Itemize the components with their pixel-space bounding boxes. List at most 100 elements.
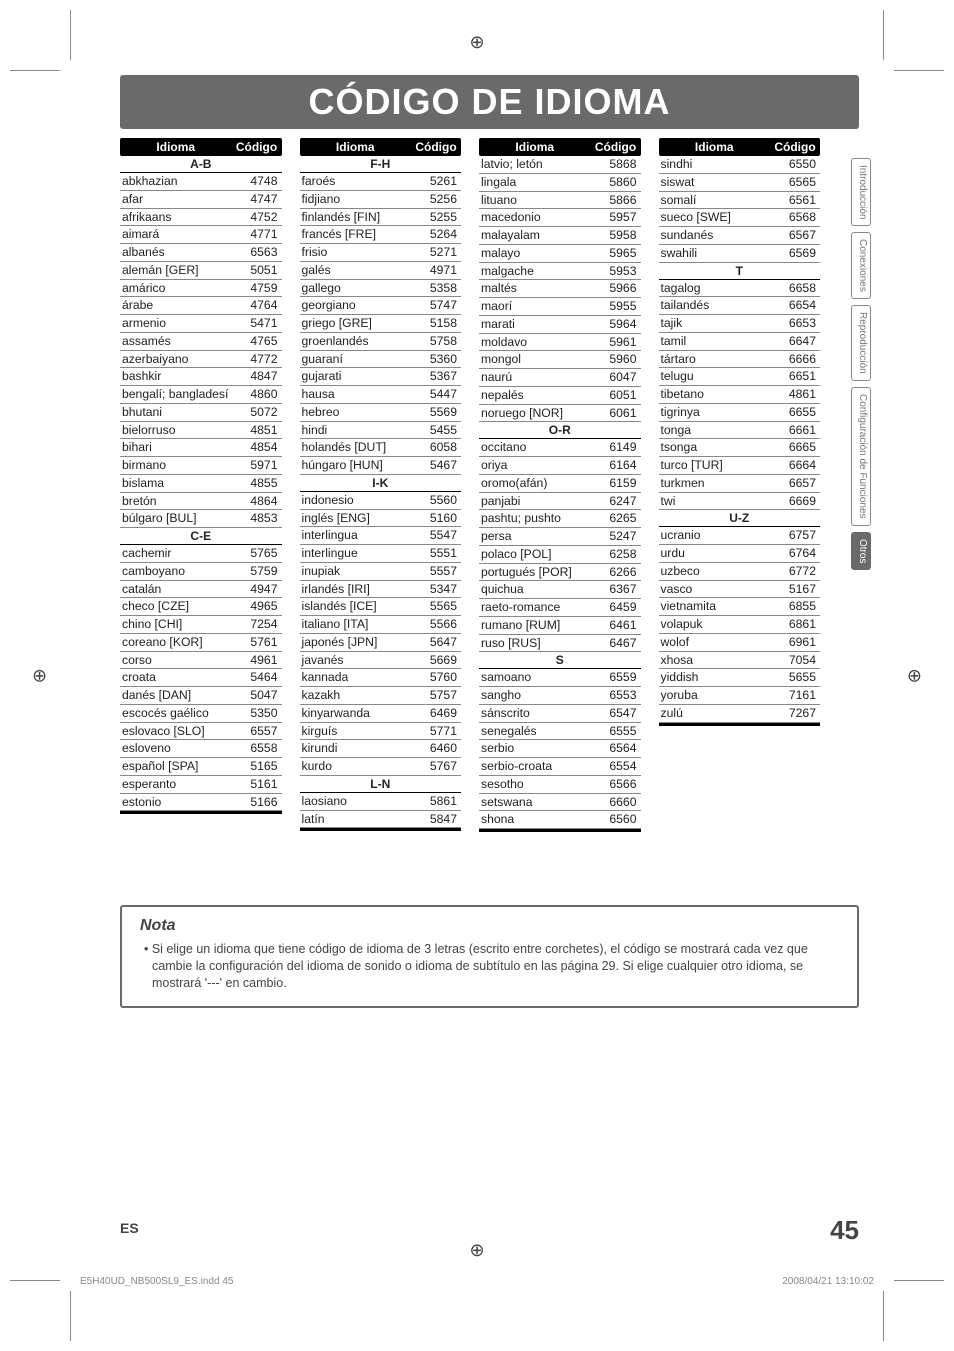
table-row: latvio; letón5868 xyxy=(479,156,641,174)
language-name: italiano [ITA] xyxy=(300,617,414,632)
language-code: 6547 xyxy=(593,706,641,721)
tab-reproducción[interactable]: Reproducción xyxy=(851,305,871,381)
language-name: persa xyxy=(479,529,593,544)
language-code: 6655 xyxy=(772,405,820,420)
table-row: oriya6164 xyxy=(479,457,641,475)
language-code: 6654 xyxy=(772,298,820,313)
language-name: twi xyxy=(659,494,773,509)
language-code: 5565 xyxy=(413,599,461,614)
language-code: 4947 xyxy=(234,582,282,597)
language-name: vasco xyxy=(659,582,773,597)
language-code: 6058 xyxy=(413,440,461,455)
section-heading: C-E xyxy=(120,528,282,545)
language-name: turco [TUR] xyxy=(659,458,773,473)
table-row: vasco5167 xyxy=(659,581,821,599)
note-title: Nota xyxy=(140,917,839,935)
table-row: bashkir4847 xyxy=(120,368,282,386)
table-row: aimará4771 xyxy=(120,226,282,244)
language-name: laosiano xyxy=(300,794,414,809)
tab-otros[interactable]: Otros xyxy=(851,532,871,570)
table-row: sueco [SWE]6568 xyxy=(659,209,821,227)
language-code: 6555 xyxy=(593,724,641,739)
language-code: 5566 xyxy=(413,617,461,632)
language-name: rumano [RUM] xyxy=(479,618,593,633)
table-row: wolof6961 xyxy=(659,634,821,652)
table-row: laosiano5861 xyxy=(300,793,462,811)
table-row: irlandés [IRI]5347 xyxy=(300,581,462,599)
language-code-table: IdiomaCódigoA-Babkhazian4748afar4747afri… xyxy=(120,138,820,832)
table-row: bihari4854 xyxy=(120,439,282,457)
table-row: tigrinya6655 xyxy=(659,404,821,422)
language-name: alemán [GER] xyxy=(120,263,234,278)
language-code: 5551 xyxy=(413,546,461,561)
table-row: xhosa7054 xyxy=(659,652,821,670)
table-row: swahili6569 xyxy=(659,245,821,263)
table-row: malayalam5958 xyxy=(479,227,641,245)
table-row: cachemir5765 xyxy=(120,545,282,563)
language-code: 4860 xyxy=(234,387,282,402)
language-name: bhutani xyxy=(120,405,234,420)
language-name: kirundi xyxy=(300,741,414,756)
table-row: faroés5261 xyxy=(300,173,462,191)
language-name: escocés gaélico xyxy=(120,706,234,721)
language-code: 5655 xyxy=(772,670,820,685)
table-row: lingala5860 xyxy=(479,174,641,192)
table-row: turkmen6657 xyxy=(659,475,821,493)
table-row: corso4961 xyxy=(120,652,282,670)
language-code: 6469 xyxy=(413,706,461,721)
table-row: bislama4855 xyxy=(120,475,282,493)
language-name: latín xyxy=(300,812,414,827)
language-name: japonés [JPN] xyxy=(300,635,414,650)
language-name: xhosa xyxy=(659,653,773,668)
language-code: 6566 xyxy=(593,777,641,792)
tab-configuración-de-funciones[interactable]: Configuración de Funciones xyxy=(851,387,871,526)
table-row: samoano6559 xyxy=(479,669,641,687)
language-name: naurú xyxy=(479,370,593,385)
language-code: 4752 xyxy=(234,210,282,225)
language-name: somalí xyxy=(659,193,773,208)
table-row: yoruba7161 xyxy=(659,687,821,705)
language-code: 5051 xyxy=(234,263,282,278)
column-end-bar xyxy=(300,828,462,831)
language-code: 5255 xyxy=(413,210,461,225)
language-name: georgiano xyxy=(300,298,414,313)
language-name: nepalés xyxy=(479,388,593,403)
language-code: 6461 xyxy=(593,618,641,633)
language-name: ruso [RUS] xyxy=(479,636,593,651)
language-code: 6861 xyxy=(772,617,820,632)
language-name: panjabi xyxy=(479,494,593,509)
registration-mark-icon: ⊕ xyxy=(907,665,922,686)
language-name: afrikaans xyxy=(120,210,234,225)
language-name: swahili xyxy=(659,246,773,261)
language-code: 5360 xyxy=(413,352,461,367)
table-row: hebreo5569 xyxy=(300,404,462,422)
language-code: 5860 xyxy=(593,175,641,190)
language-code: 5866 xyxy=(593,193,641,208)
table-row: macedonio5957 xyxy=(479,209,641,227)
tab-conexiones[interactable]: Conexiones xyxy=(851,232,871,299)
language-name: francés [FRE] xyxy=(300,227,414,242)
table-row: assamés4765 xyxy=(120,333,282,351)
language-code: 5072 xyxy=(234,405,282,420)
table-row: malayo5965 xyxy=(479,245,641,263)
language-name: guaraní xyxy=(300,352,414,367)
table-row: portugués [POR]6266 xyxy=(479,564,641,582)
language-name: inupiak xyxy=(300,564,414,579)
table-row: serbio-croata6554 xyxy=(479,758,641,776)
language-name: fidjiano xyxy=(300,192,414,207)
language-name: afar xyxy=(120,192,234,207)
language-name: yoruba xyxy=(659,688,773,703)
language-name: bretón xyxy=(120,494,234,509)
table-row: interlingua5547 xyxy=(300,527,462,545)
tab-introducción[interactable]: Introducción xyxy=(851,158,871,226)
language-name: tailandés xyxy=(659,298,773,313)
language-name: turkmen xyxy=(659,476,773,491)
table-row: guaraní5360 xyxy=(300,351,462,369)
table-row: senegalés6555 xyxy=(479,723,641,741)
language-name: bislama xyxy=(120,476,234,491)
table-row: inglés [ENG]5160 xyxy=(300,510,462,528)
language-code: 4965 xyxy=(234,599,282,614)
table-row: afrikaans4752 xyxy=(120,209,282,227)
language-name: kirguís xyxy=(300,724,414,739)
language-name: faroés xyxy=(300,174,414,189)
